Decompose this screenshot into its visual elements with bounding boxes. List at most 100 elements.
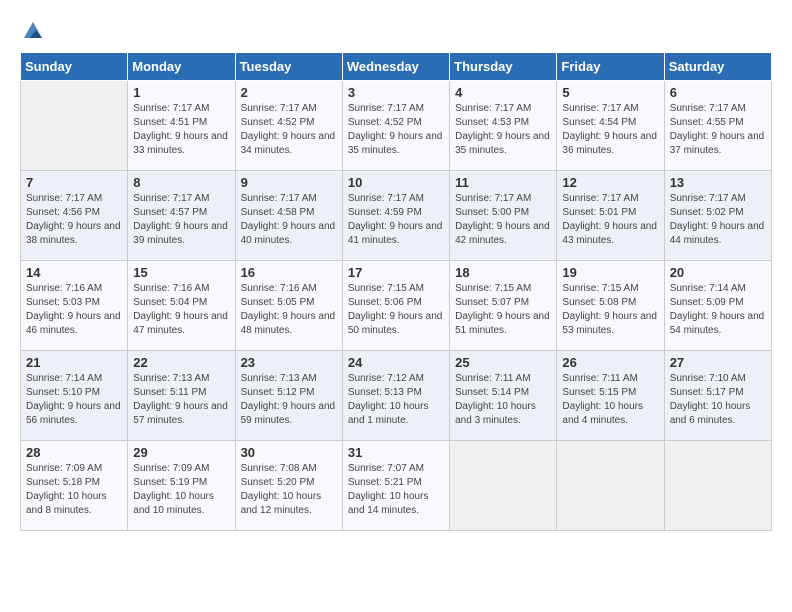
calendar-cell: 26Sunrise: 7:11 AMSunset: 5:15 PMDayligh… [557,351,664,441]
col-monday: Monday [128,53,235,81]
day-detail: Sunrise: 7:07 AMSunset: 5:21 PMDaylight:… [348,462,444,518]
calendar-cell [664,441,771,531]
day-number: 2 [241,85,337,100]
calendar-week-row: 14Sunrise: 7:16 AMSunset: 5:03 PMDayligh… [21,261,772,351]
calendar-cell: 31 Sunrise: 7:07 AMSunset: 5:21 PMDayligh… [342,441,449,531]
calendar-cell: 23Sunrise: 7:13 AMSunset: 5:12 PMDayligh… [235,351,342,441]
calendar-cell: 11 Sunrise: 7:17 AMSunset: 5:00 PMDayligh… [450,171,557,261]
calendar-cell: 25 Sunrise: 7:11 AMSunset: 5:14 PMDayligh… [450,351,557,441]
calendar-cell: 3 Sunrise: 7:17 AMSunset: 4:52 PMDaylight… [342,81,449,171]
day-detail: Sunrise: 7:17 AMSunset: 5:02 PMDaylight:… [670,192,766,248]
day-detail: Sunrise: 7:17 AMSunset: 4:53 PMDaylight:… [455,102,551,158]
day-number: 19 [562,265,658,280]
calendar-cell: 20Sunrise: 7:14 AMSunset: 5:09 PMDayligh… [664,261,771,351]
calendar-cell: 30 Sunrise: 7:08 AMSunset: 5:20 PMDayligh… [235,441,342,531]
day-detail: Sunrise: 7:14 AMSunset: 5:10 PMDaylight:… [26,372,122,428]
day-number: 11 [455,175,551,190]
day-number: 10 [348,175,444,190]
day-detail: Sunrise: 7:17 AMSunset: 4:57 PMDaylight:… [133,192,229,248]
day-number: 21 [26,355,122,370]
day-number: 28 [26,445,122,460]
day-number: 6 [670,85,766,100]
col-tuesday: Tuesday [235,53,342,81]
calendar-week-row: 1 Sunrise: 7:17 AMSunset: 4:51 PMDaylight… [21,81,772,171]
day-detail: Sunrise: 7:09 AMSunset: 5:19 PMDaylight:… [133,462,229,518]
day-number: 16 [241,265,337,280]
calendar-cell: 12 Sunrise: 7:17 AMSunset: 5:01 PMDayligh… [557,171,664,261]
day-number: 8 [133,175,229,190]
calendar-cell: 14Sunrise: 7:16 AMSunset: 5:03 PMDayligh… [21,261,128,351]
day-detail: Sunrise: 7:10 AMSunset: 5:17 PMDaylight:… [670,372,766,428]
calendar-cell: 13 Sunrise: 7:17 AMSunset: 5:02 PMDayligh… [664,171,771,261]
calendar-cell: 19 Sunrise: 7:15 AMSunset: 5:08 PMDayligh… [557,261,664,351]
calendar-cell [21,81,128,171]
col-saturday: Saturday [664,53,771,81]
day-number: 5 [562,85,658,100]
calendar-cell: 15 Sunrise: 7:16 AMSunset: 5:04 PMDayligh… [128,261,235,351]
day-number: 30 [241,445,337,460]
day-detail: Sunrise: 7:13 AMSunset: 5:12 PMDaylight:… [241,372,337,428]
calendar-cell: 28 Sunrise: 7:09 AMSunset: 5:18 PMDayligh… [21,441,128,531]
day-number: 15 [133,265,229,280]
day-detail: Sunrise: 7:14 AMSunset: 5:09 PMDaylight:… [670,282,766,338]
day-detail: Sunrise: 7:11 AMSunset: 5:14 PMDaylight:… [455,372,551,428]
calendar-cell: 6 Sunrise: 7:17 AMSunset: 4:55 PMDaylight… [664,81,771,171]
day-detail: Sunrise: 7:13 AMSunset: 5:11 PMDaylight:… [133,372,229,428]
calendar-cell: 18Sunrise: 7:15 AMSunset: 5:07 PMDayligh… [450,261,557,351]
calendar-cell: 16 Sunrise: 7:16 AMSunset: 5:05 PMDayligh… [235,261,342,351]
day-number: 18 [455,265,551,280]
day-detail: Sunrise: 7:17 AMSunset: 5:00 PMDaylight:… [455,192,551,248]
calendar-cell: 22 Sunrise: 7:13 AMSunset: 5:11 PMDayligh… [128,351,235,441]
logo-block [20,20,44,42]
day-detail: Sunrise: 7:17 AMSunset: 4:55 PMDaylight:… [670,102,766,158]
day-number: 12 [562,175,658,190]
day-number: 13 [670,175,766,190]
calendar-cell: 4 Sunrise: 7:17 AMSunset: 4:53 PMDaylight… [450,81,557,171]
day-number: 27 [670,355,766,370]
col-thursday: Thursday [450,53,557,81]
calendar-cell [450,441,557,531]
day-detail: Sunrise: 7:09 AMSunset: 5:18 PMDaylight:… [26,462,122,518]
calendar-week-row: 28 Sunrise: 7:09 AMSunset: 5:18 PMDayligh… [21,441,772,531]
calendar-cell: 21 Sunrise: 7:14 AMSunset: 5:10 PMDayligh… [21,351,128,441]
calendar-cell: 10 Sunrise: 7:17 AMSunset: 4:59 PMDayligh… [342,171,449,261]
day-detail: Sunrise: 7:17 AMSunset: 4:56 PMDaylight:… [26,192,122,248]
day-detail: Sunrise: 7:08 AMSunset: 5:20 PMDaylight:… [241,462,337,518]
calendar-cell: 27 Sunrise: 7:10 AMSunset: 5:17 PMDayligh… [664,351,771,441]
day-detail: Sunrise: 7:15 AMSunset: 5:08 PMDaylight:… [562,282,658,338]
calendar: Sunday Monday Tuesday Wednesday Thursday… [20,52,772,531]
day-detail: Sunrise: 7:17 AMSunset: 4:59 PMDaylight:… [348,192,444,248]
col-sunday: Sunday [21,53,128,81]
calendar-cell: 2Sunrise: 7:17 AMSunset: 4:52 PMDaylight… [235,81,342,171]
day-number: 1 [133,85,229,100]
day-detail: Sunrise: 7:17 AMSunset: 5:01 PMDaylight:… [562,192,658,248]
day-number: 31 [348,445,444,460]
calendar-cell: 17Sunrise: 7:15 AMSunset: 5:06 PMDayligh… [342,261,449,351]
day-number: 24 [348,355,444,370]
calendar-week-row: 7 Sunrise: 7:17 AMSunset: 4:56 PMDaylight… [21,171,772,261]
calendar-cell: 9Sunrise: 7:17 AMSunset: 4:58 PMDaylight… [235,171,342,261]
day-detail: Sunrise: 7:16 AMSunset: 5:04 PMDaylight:… [133,282,229,338]
col-friday: Friday [557,53,664,81]
day-number: 7 [26,175,122,190]
day-number: 17 [348,265,444,280]
day-number: 4 [455,85,551,100]
day-detail: Sunrise: 7:17 AMSunset: 4:51 PMDaylight:… [133,102,229,158]
day-detail: Sunrise: 7:16 AMSunset: 5:05 PMDaylight:… [241,282,337,338]
day-number: 3 [348,85,444,100]
day-detail: Sunrise: 7:11 AMSunset: 5:15 PMDaylight:… [562,372,658,428]
day-detail: Sunrise: 7:12 AMSunset: 5:13 PMDaylight:… [348,372,444,428]
calendar-cell: 7 Sunrise: 7:17 AMSunset: 4:56 PMDaylight… [21,171,128,261]
day-number: 25 [455,355,551,370]
calendar-cell: 1 Sunrise: 7:17 AMSunset: 4:51 PMDaylight… [128,81,235,171]
day-number: 29 [133,445,229,460]
calendar-cell: 8 Sunrise: 7:17 AMSunset: 4:57 PMDaylight… [128,171,235,261]
calendar-week-row: 21 Sunrise: 7:14 AMSunset: 5:10 PMDayligh… [21,351,772,441]
day-number: 22 [133,355,229,370]
day-detail: Sunrise: 7:16 AMSunset: 5:03 PMDaylight:… [26,282,122,338]
day-detail: Sunrise: 7:17 AMSunset: 4:52 PMDaylight:… [348,102,444,158]
page-header [20,20,772,42]
calendar-header-row: Sunday Monday Tuesday Wednesday Thursday… [21,53,772,81]
calendar-cell: 5Sunrise: 7:17 AMSunset: 4:54 PMDaylight… [557,81,664,171]
day-detail: Sunrise: 7:17 AMSunset: 4:58 PMDaylight:… [241,192,337,248]
